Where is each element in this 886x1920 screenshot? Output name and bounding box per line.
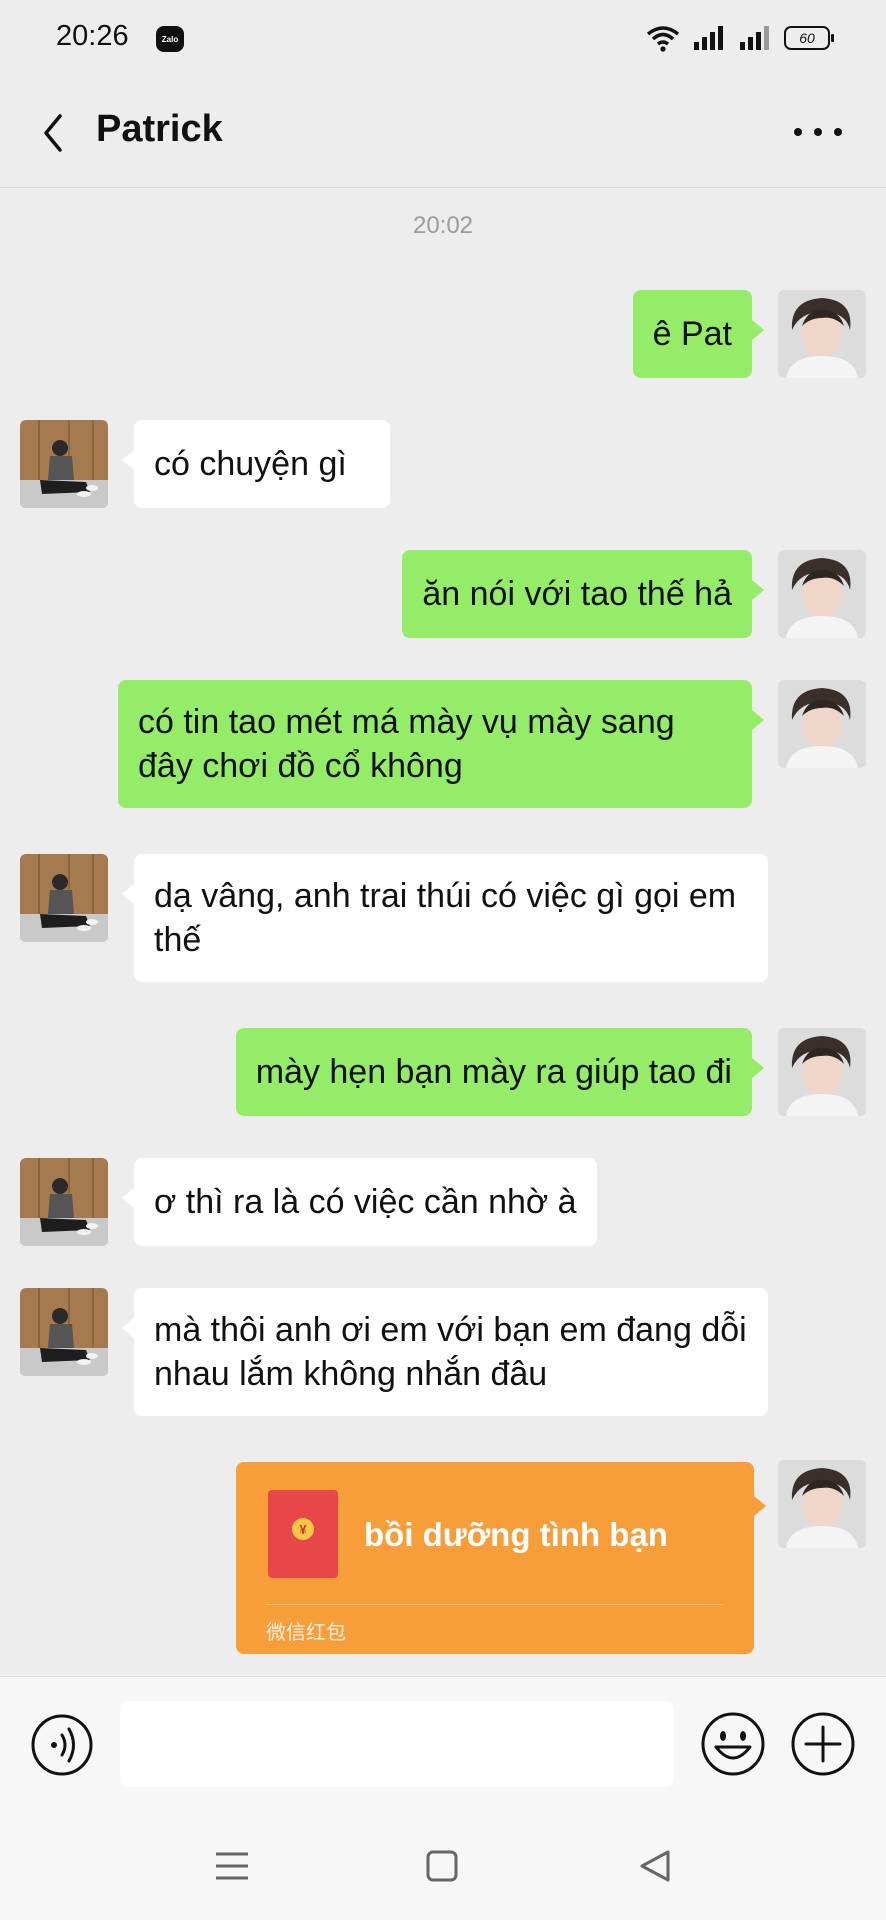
message-input[interactable] (120, 1701, 674, 1787)
my-avatar[interactable] (778, 290, 866, 378)
red-packet-message[interactable]: ¥ bồi dưỡng tình bạn 微信红包 (236, 1462, 766, 1654)
message-bubble-received[interactable]: mà thôi anh ơi em với bạn em đang dỗi nh… (122, 1288, 768, 1416)
red-packet-label: 微信红包 (266, 1622, 346, 1644)
zalo-notification-icon: Zalo (156, 26, 184, 52)
contact-name: Patrick (96, 108, 223, 150)
contact-avatar[interactable] (20, 1158, 108, 1246)
system-navigation-bar (0, 1808, 886, 1920)
my-avatar[interactable] (778, 550, 866, 638)
my-avatar[interactable] (778, 1460, 866, 1548)
chat-header: Patrick (0, 78, 886, 188)
status-icons: 60 (646, 24, 834, 52)
voice-input-icon[interactable] (30, 1713, 94, 1777)
input-bar (0, 1676, 886, 1808)
back-arrow-icon[interactable] (34, 108, 74, 158)
message-bubble-received[interactable]: dạ vâng, anh trai thúi có việc gì gọi em… (122, 854, 768, 982)
message-bubble-sent[interactable]: ê Pat (632, 290, 765, 378)
battery-icon: 60 (784, 26, 834, 50)
chat-messages[interactable]: 20:02 ê Pat có chuyện gì ăn nói với tao … (0, 188, 886, 1676)
red-envelope-icon: ¥ (268, 1490, 338, 1578)
message-bubble-sent[interactable]: mày hẹn bạn mày ra giúp tao đi (235, 1028, 765, 1116)
red-packet-divider (266, 1604, 724, 1605)
more-options-icon[interactable] (788, 112, 848, 152)
contact-avatar[interactable] (20, 854, 108, 942)
my-avatar[interactable] (778, 1028, 866, 1116)
message-bubble-sent[interactable]: ăn nói với tao thế hả (402, 550, 764, 638)
signal-icon-sim2 (740, 26, 769, 50)
wifi-icon (646, 26, 680, 52)
contact-avatar[interactable] (20, 420, 108, 508)
contact-avatar[interactable] (20, 1288, 108, 1376)
red-packet-title: bồi dưỡng tình bạn (364, 1516, 668, 1553)
message-bubble-received[interactable]: có chuyện gì (122, 420, 390, 508)
message-bubble-received[interactable]: ơ thì ra là có việc cần nhờ à (122, 1158, 597, 1246)
status-time: 20:26 (56, 20, 129, 52)
home-nav-icon[interactable] (414, 1838, 470, 1894)
signal-icon-sim1 (694, 26, 723, 50)
back-nav-icon[interactable] (628, 1838, 684, 1894)
message-timestamp: 20:02 (412, 212, 474, 239)
emoji-icon[interactable] (700, 1711, 766, 1777)
message-bubble-sent[interactable]: có tin tao mét má mày vụ mày sang đây ch… (118, 680, 764, 808)
add-attachment-icon[interactable] (790, 1711, 856, 1777)
status-bar: 20:26 Zalo 60 (0, 0, 886, 78)
my-avatar[interactable] (778, 680, 866, 768)
coin-icon: ¥ (292, 1518, 314, 1540)
menu-nav-icon[interactable] (204, 1838, 260, 1894)
